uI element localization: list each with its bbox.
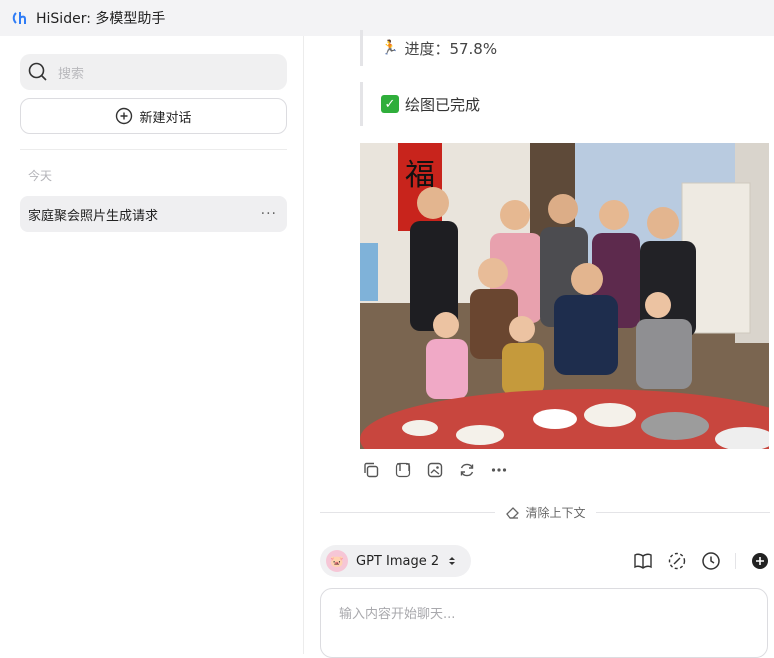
progress-message: 🏃 进度：57.8% <box>360 30 497 66</box>
generated-image[interactable]: 福 <box>360 143 769 449</box>
search-input[interactable]: 搜索 <box>20 54 287 90</box>
add-circle-icon[interactable] <box>750 551 770 571</box>
sidebar-divider <box>20 149 287 150</box>
new-chat-button[interactable]: 新建对话 <box>20 98 287 134</box>
runner-icon: 🏃 <box>381 40 399 56</box>
clock-icon[interactable] <box>701 551 721 571</box>
progress-text: 进度：57.8% <box>404 39 498 58</box>
section-today-label: 今天 <box>28 169 53 183</box>
hisider-logo-icon <box>12 12 26 24</box>
toolbar-icons <box>633 551 770 571</box>
search-placeholder: 搜索 <box>58 66 85 82</box>
new-chat-label: 新建对话 <box>139 110 192 126</box>
quote-icon[interactable] <box>394 461 412 479</box>
input-toolbar: 🐷 GPT Image 2 <box>320 545 770 577</box>
clear-context-button[interactable]: 清除上下文 <box>495 504 596 521</box>
search-icon <box>28 62 47 81</box>
divider-left <box>320 511 495 513</box>
eraser-icon <box>505 506 519 519</box>
chat-main: 🏃 进度：57.8% ✓ 绘图已完成 福 清除上下文 🐷 GPT Image 2… <box>305 30 774 658</box>
image-icon[interactable] <box>426 461 444 479</box>
copy-icon[interactable] <box>362 461 380 479</box>
chat-more-button[interactable]: ··· <box>261 206 277 222</box>
model-name: GPT Image 2 <box>356 553 440 569</box>
message-actions <box>362 461 508 479</box>
done-text: 绘图已完成 <box>405 95 481 114</box>
chat-list-item[interactable]: 家庭聚会照片生成请求 ··· <box>20 196 287 232</box>
chat-input-placeholder: 输入内容开始聊天... <box>339 607 456 622</box>
plus-circle-icon <box>116 107 133 125</box>
done-message: ✓ 绘图已完成 <box>360 82 480 126</box>
chat-input[interactable]: 输入内容开始聊天... <box>320 588 768 658</box>
model-selector[interactable]: 🐷 GPT Image 2 <box>320 545 472 577</box>
clear-context-label: 清除上下文 <box>525 505 586 520</box>
chat-title: 家庭聚会照片生成请求 <box>28 208 159 224</box>
toolbar-separator <box>735 553 736 569</box>
sidebar: 搜索 新建对话 今天 家庭聚会照片生成请求 ··· <box>4 36 304 654</box>
model-avatar: 🐷 <box>326 550 348 572</box>
check-icon: ✓ <box>381 95 399 113</box>
updown-chevron-icon <box>449 557 456 565</box>
divider-right <box>595 511 771 513</box>
clear-context-row: 清除上下文 <box>320 502 771 522</box>
book-icon[interactable] <box>633 551 653 571</box>
refresh-icon[interactable] <box>458 461 476 479</box>
window-title: HiSider: 多模型助手 <box>36 11 166 27</box>
dashed-circle-icon[interactable] <box>667 551 687 571</box>
more-icon[interactable] <box>490 461 508 479</box>
